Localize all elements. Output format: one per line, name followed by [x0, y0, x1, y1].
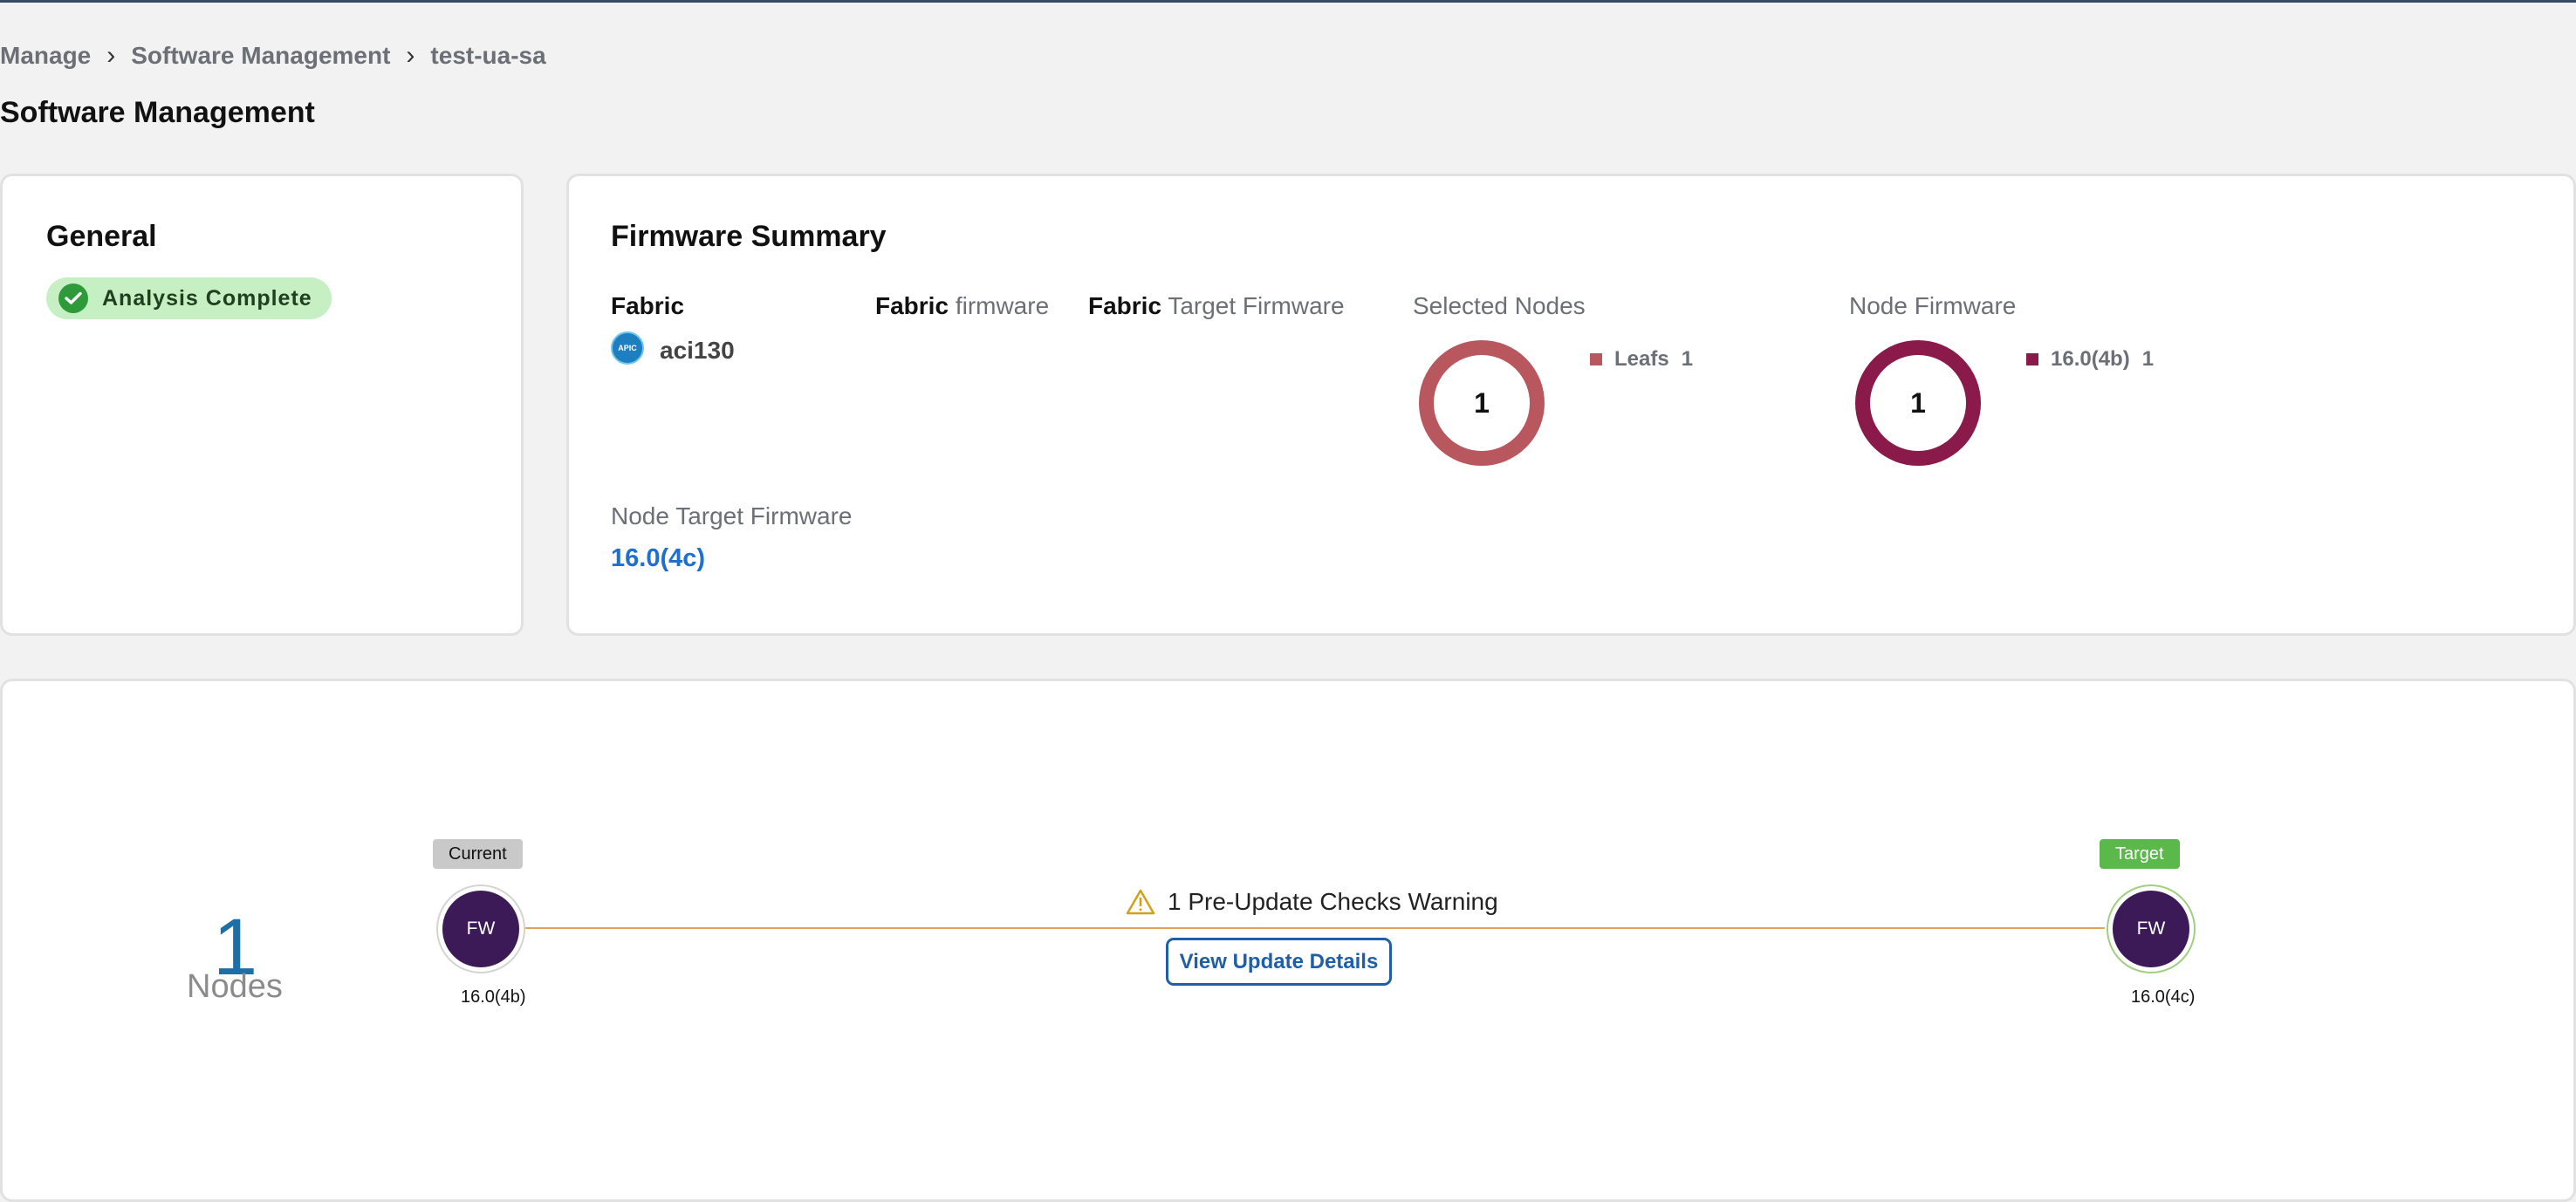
fabric-target-firmware-label: Fabric Target Firmware [1088, 292, 1345, 319]
status-badge-label: Analysis Complete [102, 285, 312, 311]
check-circle-icon [58, 283, 88, 313]
firmware-summary-title: Firmware Summary [611, 220, 887, 253]
warning-text: 1 Pre-Update Checks Warning [1168, 888, 1498, 915]
view-update-details-button[interactable]: View Update Details [1166, 938, 1392, 986]
general-title: General [46, 220, 157, 253]
target-firmware-node[interactable]: FW [2107, 884, 2196, 973]
status-badge: Analysis Complete [46, 277, 332, 319]
breadcrumb-separator-icon: › [106, 41, 116, 70]
current-fw-icon: FW [442, 891, 519, 967]
breadcrumb-separator-icon: › [406, 41, 415, 70]
fabric-name: aci130 [660, 337, 735, 364]
fabric-label: Fabric [611, 292, 685, 319]
node-target-firmware-value[interactable]: 16.0(4c) [611, 544, 705, 573]
apic-logo-icon: APIC [611, 331, 644, 365]
breadcrumb: Manage › Software Management › test-ua-s… [0, 40, 546, 72]
update-path-line [525, 927, 2105, 929]
breadcrumb-item-manage[interactable]: Manage [0, 42, 91, 70]
selected-nodes-legend-item: Leafs 1 [1590, 347, 1693, 372]
node-firmware-donut: 1 [1855, 340, 1981, 466]
fabric-firmware-label: Fabric firmware [875, 292, 1050, 319]
breadcrumb-item-software-management[interactable]: Software Management [131, 42, 390, 70]
nodes-label: Nodes [187, 968, 283, 1005]
selected-nodes-donut: 1 [1419, 340, 1545, 466]
general-card: General Analysis Complete [0, 174, 524, 636]
node-target-firmware-label: Node Target Firmware [611, 502, 853, 529]
node-firmware-label: Node Firmware [1849, 292, 2017, 319]
legend-swatch [1590, 353, 1602, 365]
firmware-summary-card: Firmware Summary Fabric APIC aci130 Fabr… [566, 174, 2576, 636]
target-fw-icon: FW [2113, 891, 2189, 967]
node-firmware-legend-item: 16.0(4b) 1 [2026, 347, 2154, 372]
current-firmware-node[interactable]: FW [436, 884, 525, 973]
target-tag: Target [2100, 839, 2180, 869]
current-tag: Current [433, 839, 523, 869]
selected-nodes-label: Selected Nodes [1413, 292, 1586, 319]
breadcrumb-item-current: test-ua-sa [430, 42, 546, 69]
target-version: 16.0(4c) [2131, 987, 2196, 1007]
page-title: Software Management [0, 96, 315, 129]
warning-icon [1126, 889, 1155, 915]
legend-swatch [2026, 353, 2038, 365]
top-border [0, 0, 2576, 3]
pre-update-warning[interactable]: 1 Pre-Update Checks Warning [1126, 888, 1498, 916]
current-version: 16.0(4b) [461, 987, 526, 1007]
